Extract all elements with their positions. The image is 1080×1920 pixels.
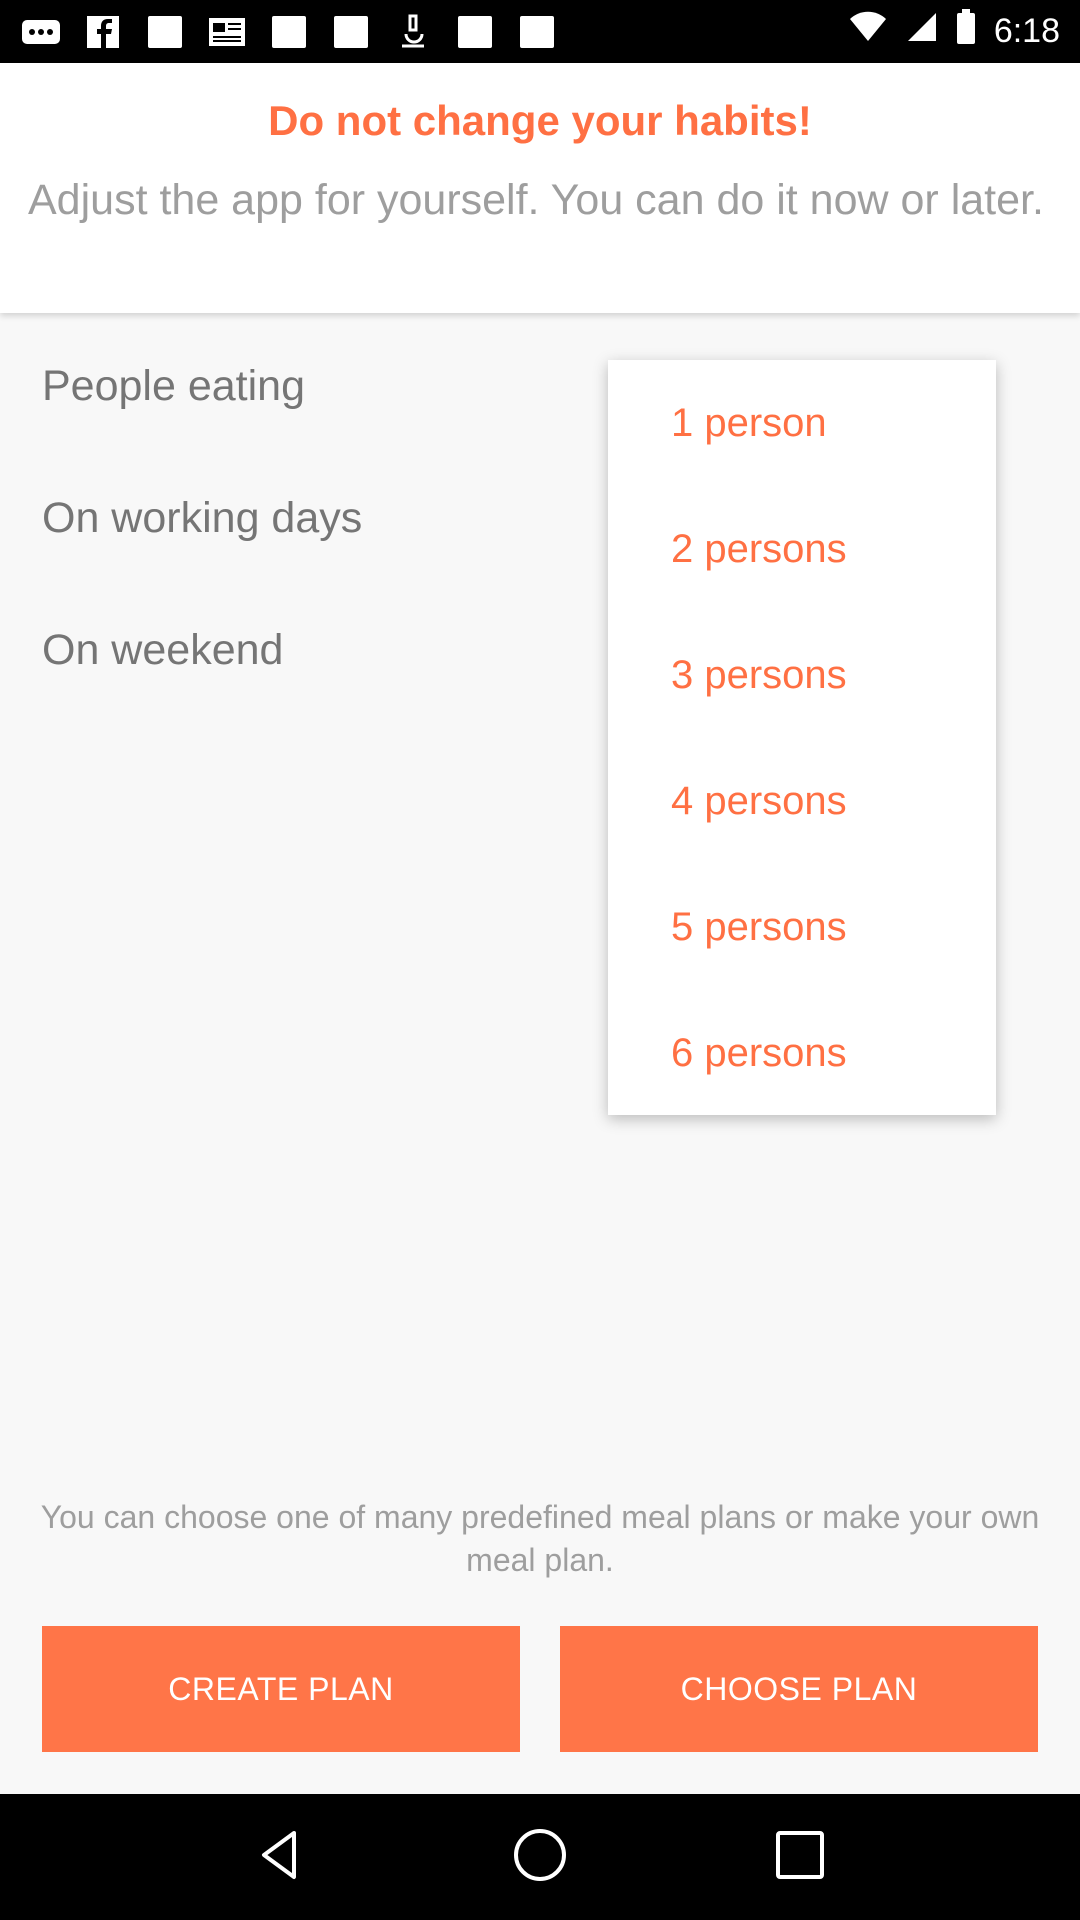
weekend-row[interactable]: On weekend — [42, 626, 283, 675]
people-count-dropdown: 1 person 2 persons 3 persons 4 persons 5… — [608, 360, 996, 1115]
dropdown-option-6[interactable]: 6 persons — [608, 990, 996, 1116]
people-eating-label: People eating — [42, 362, 305, 410]
facebook-icon — [82, 14, 124, 50]
dropdown-option-1[interactable]: 1 person — [608, 360, 996, 486]
battery-icon — [956, 9, 976, 54]
system-status: 6:18 — [848, 9, 1060, 54]
more-dots-icon — [20, 14, 62, 50]
blank-square-icon — [268, 14, 310, 50]
header: Do not change your habits! Adjust the ap… — [0, 63, 1080, 313]
working-days-row[interactable]: On working days — [42, 494, 362, 543]
signal-icon — [906, 9, 938, 54]
dropdown-option-4[interactable]: 4 persons — [608, 738, 996, 864]
clock: 6:18 — [993, 12, 1060, 50]
wifi-icon — [848, 9, 888, 54]
blank-square-icon — [516, 14, 558, 50]
blank-square-icon — [330, 14, 372, 50]
meal-plan-info: You can choose one of many predefined me… — [40, 1499, 1040, 1578]
news-icon — [206, 14, 248, 50]
dropdown-option-5[interactable]: 5 persons — [608, 864, 996, 990]
blank-square-icon — [144, 14, 186, 50]
screen: 6:18 Do not change your habits! Adjust t… — [0, 0, 1080, 1920]
notification-icons — [20, 14, 558, 50]
status-bar: 6:18 — [0, 0, 1080, 63]
home-icon[interactable] — [510, 1825, 570, 1890]
page-title: Do not change your habits! — [268, 97, 812, 144]
blank-square-icon — [454, 14, 496, 50]
back-icon[interactable] — [250, 1825, 310, 1890]
page-subtitle: Adjust the app for yourself. You can do … — [28, 176, 1044, 224]
microscope-icon — [392, 14, 434, 50]
dropdown-option-2[interactable]: 2 persons — [608, 486, 996, 612]
dropdown-option-3[interactable]: 3 persons — [608, 612, 996, 738]
choose-plan-button[interactable]: CHOOSE PLAN — [560, 1626, 1038, 1752]
create-plan-button[interactable]: CREATE PLAN — [42, 1626, 520, 1752]
navigation-bar — [0, 1794, 1080, 1920]
recents-icon[interactable] — [770, 1825, 830, 1890]
